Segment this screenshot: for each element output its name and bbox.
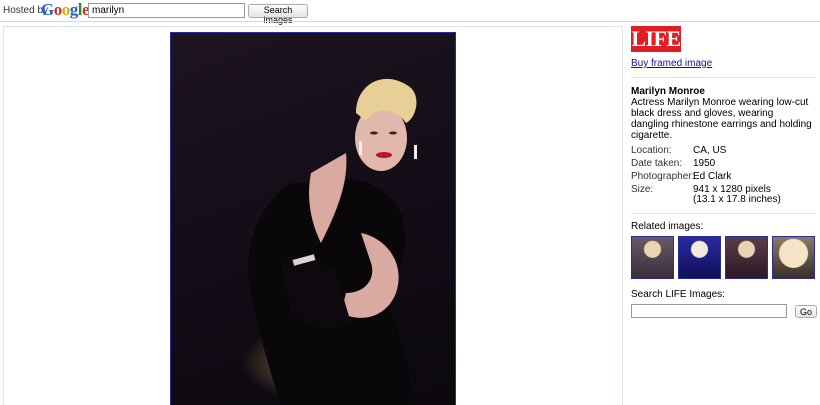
buy-framed-image-link[interactable]: Buy framed image	[631, 58, 817, 69]
life-search-input[interactable]	[631, 304, 787, 318]
search-input[interactable]	[88, 3, 245, 18]
info-sidebar: LIFE Buy framed image Marilyn Monroe Act…	[631, 26, 817, 318]
image-description: Actress Marilyn Monroe wearing low-cut b…	[631, 97, 812, 141]
sidebar-divider-2	[631, 213, 816, 214]
related-thumbnail[interactable]	[631, 236, 674, 279]
image-title: Marilyn Monroe	[631, 86, 705, 97]
top-bar: Hosted by Google™ Search images	[0, 0, 820, 25]
related-thumbnail[interactable]	[725, 236, 768, 279]
sidebar-divider	[631, 77, 816, 78]
image-metadata: Location: CA, US Date taken: 1950 Photog…	[631, 146, 817, 205]
go-button[interactable]: Go	[795, 305, 817, 318]
photo-illustration	[248, 78, 417, 405]
related-images	[631, 236, 817, 279]
meta-row-date: Date taken: 1950	[631, 158, 716, 169]
header-divider	[0, 21, 820, 22]
related-thumbnail[interactable]	[678, 236, 721, 279]
life-search-row: Go	[631, 300, 817, 318]
related-thumbnail[interactable]	[772, 236, 815, 279]
main-photo[interactable]	[170, 32, 456, 405]
meta-row-location: Location: CA, US	[631, 145, 727, 156]
search-images-button[interactable]: Search images	[248, 4, 308, 25]
search-life-label: Search LIFE Images:	[631, 289, 725, 300]
meta-row-photographer: Photographer: Ed Clark	[631, 171, 732, 182]
meta-row-size: Size: 941 x 1280 pixels (13.1 x 17.8 inch…	[631, 184, 781, 205]
life-logo[interactable]: LIFE	[631, 26, 681, 52]
related-images-label: Related images:	[631, 221, 704, 232]
google-logo[interactable]: Google™	[41, 0, 95, 20]
